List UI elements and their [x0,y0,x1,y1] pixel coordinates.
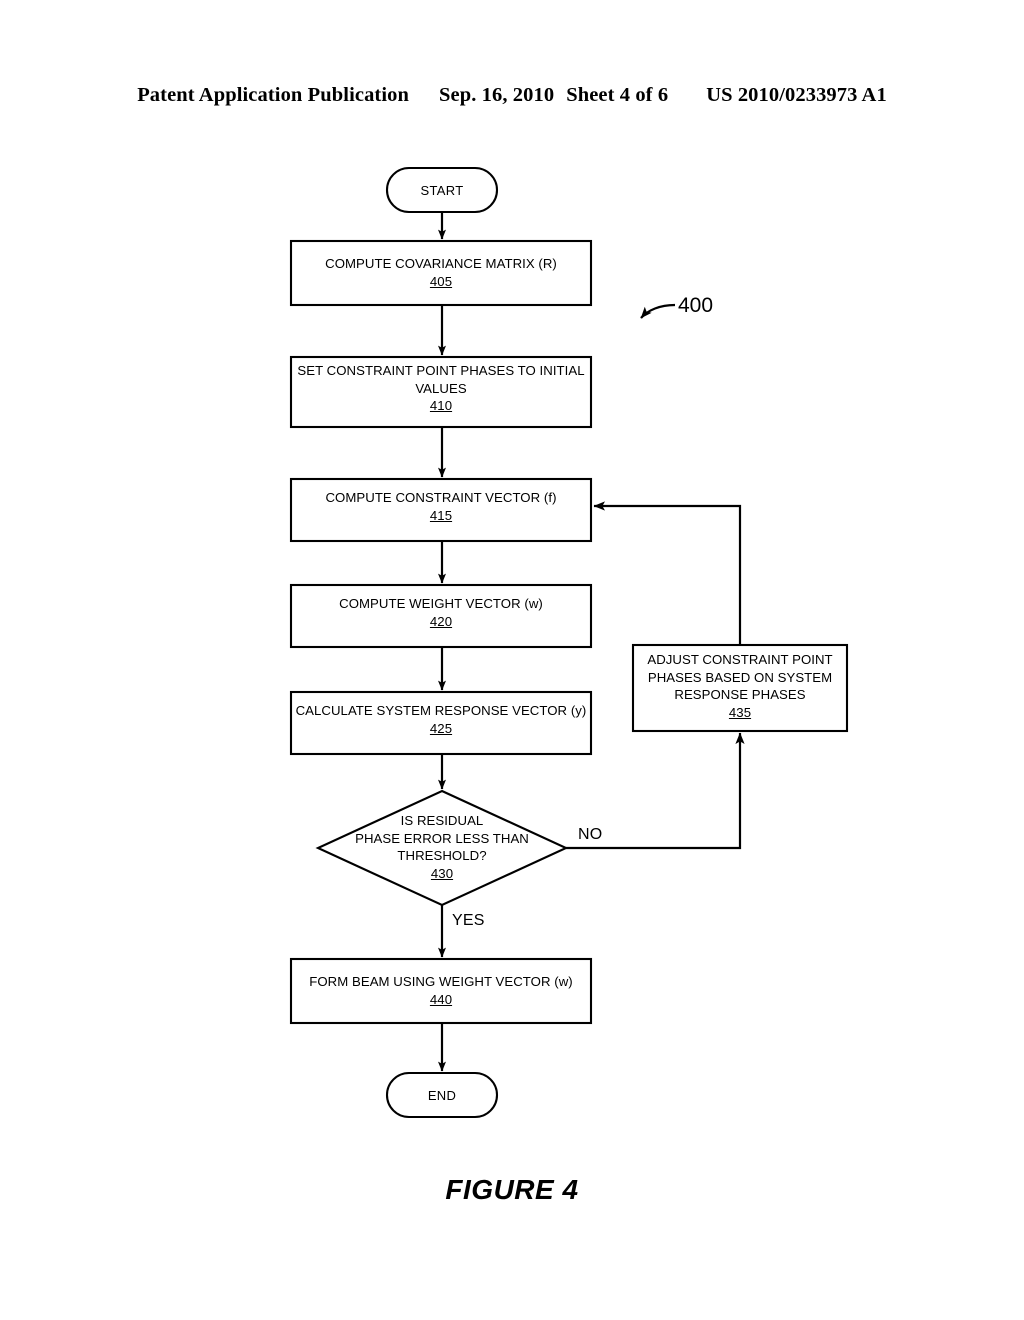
node-430-shape [315,789,569,907]
node-425-shape [289,690,593,756]
node-435-shape [631,643,849,733]
node-415-shape [289,477,593,543]
reference-400-leader [640,303,676,319]
connector-435-to-415-feedback [593,501,742,645]
node-end-shape [385,1071,499,1119]
node-start-shape [385,166,499,214]
flowchart-diagram [289,166,849,1119]
branch-label-no: NO [578,826,603,843]
reference-numeral-400: 400 [678,294,714,317]
node-405-shape [289,239,593,307]
node-420-shape [289,583,593,649]
branch-label-yes: YES [452,912,485,929]
node-440-shape [289,957,593,1025]
figure-caption: FIGURE 4 [445,1174,579,1205]
node-410-shape [289,355,593,429]
